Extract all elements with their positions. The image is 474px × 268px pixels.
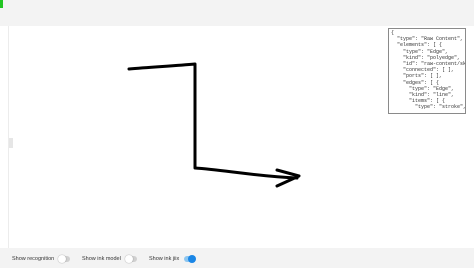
top-bar xyxy=(0,0,474,26)
app-window: { "type": "Raw Content", "elements": [ {… xyxy=(0,0,474,268)
show-recognition-toggle-group: Show recognition xyxy=(12,254,71,263)
show-ink-jiix-label: Show ink jiix xyxy=(149,255,180,262)
show-ink-model-toggle-group: Show ink model xyxy=(82,254,137,263)
show-ink-model-label: Show ink model xyxy=(82,255,121,262)
switch-knob xyxy=(188,254,197,263)
ink-stroke-polyline xyxy=(127,62,299,180)
show-ink-model-switch[interactable] xyxy=(124,254,137,263)
bottom-toolbar: Show recognition Show ink model Show ink… xyxy=(0,248,474,268)
show-ink-jiix-switch[interactable] xyxy=(184,254,197,263)
json-line: "type": "stroke", xyxy=(391,104,466,111)
switch-knob xyxy=(58,254,67,263)
show-recognition-label: Show recognition xyxy=(12,255,55,262)
show-recognition-switch[interactable] xyxy=(58,254,71,263)
show-ink-jiix-toggle-group: Show ink jiix xyxy=(149,254,197,263)
jiix-json-panel[interactable]: { "type": "Raw Content", "elements": [ {… xyxy=(388,28,466,114)
status-indicator xyxy=(0,0,3,8)
switch-knob xyxy=(124,254,133,263)
